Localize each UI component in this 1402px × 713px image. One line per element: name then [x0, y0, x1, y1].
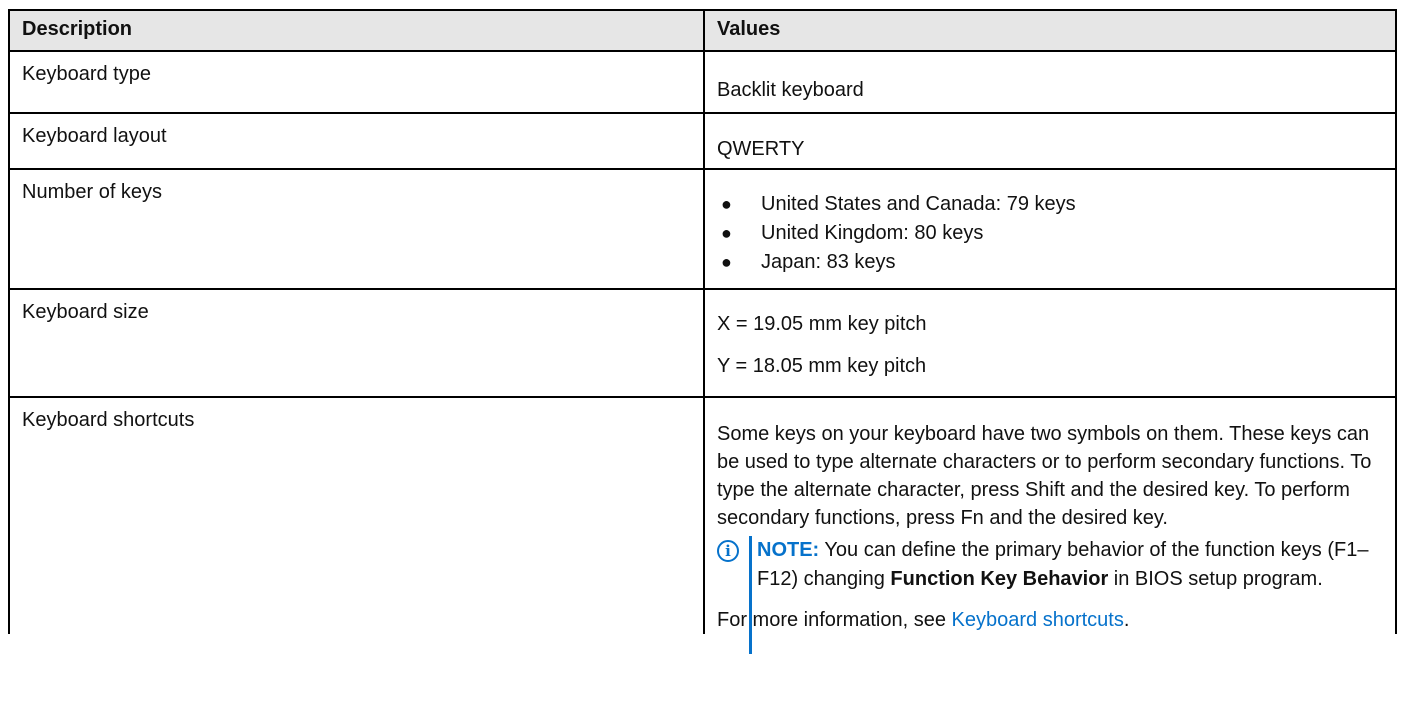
shortcuts-paragraph: Some keys on your keyboard have two symb…	[717, 423, 1372, 529]
list-item-text: Japan: 83 keys	[761, 251, 896, 273]
keys-list: ● United States and Canada: 79 keys ● Unit…	[717, 170, 1383, 277]
keyboard-shortcuts-link[interactable]: Keyboard shortcuts	[952, 609, 1124, 631]
table-row: Keyboard layout QWERTY	[8, 112, 1397, 170]
more-info-line: For more information, see Keyboard short…	[717, 594, 1383, 634]
key-pitch-y: Y = 18.05 mm key pitch	[717, 355, 927, 377]
keyboard-type-value: Backlit keyboard	[717, 79, 864, 101]
list-item: ● United States and Canada: 79 keys	[717, 190, 1383, 219]
row-value-keyboard-type: Backlit keyboard	[703, 50, 1397, 114]
key-pitch-x: X = 19.05 mm key pitch	[717, 313, 927, 335]
row-value-keyboard-size: X = 19.05 mm key pitch Y = 18.05 mm key …	[703, 288, 1397, 398]
note-block: i NOTE: You can define the primary behav…	[717, 536, 1383, 654]
row-value-number-of-keys: ● United States and Canada: 79 keys ● Unit…	[703, 168, 1397, 290]
row-value-keyboard-shortcuts: Some keys on your keyboard have two symb…	[703, 396, 1397, 654]
row-label-keyboard-type: Keyboard type	[8, 50, 705, 114]
bullet-icon: ●	[721, 194, 732, 214]
row-label-number-of-keys: Number of keys	[8, 168, 705, 290]
table-header-row: Description Values	[8, 9, 1397, 52]
bullet-icon: ●	[721, 223, 732, 243]
more-info-period: .	[1123, 609, 1130, 631]
keyboard-spec-table: Description Values Keyboard type Backlit…	[8, 9, 1397, 654]
row-label-keyboard-layout: Keyboard layout	[8, 112, 705, 170]
header-values: Values	[703, 9, 1397, 52]
note-bold-text: Function Key Behavior	[890, 568, 1109, 590]
list-item: ● United Kingdom: 80 keys	[717, 219, 1383, 248]
note-label: NOTE:	[757, 539, 820, 561]
table-row: Keyboard type Backlit keyboard	[8, 50, 1397, 114]
more-info-text: For more information, see	[717, 609, 952, 631]
table-row: Keyboard shortcuts Some keys on your key…	[8, 396, 1397, 654]
note-text-after: in BIOS setup program.	[1108, 568, 1323, 590]
info-icon: i	[717, 540, 739, 562]
row-label-keyboard-size: Keyboard size	[8, 288, 705, 398]
row-label-keyboard-shortcuts: Keyboard shortcuts	[8, 396, 705, 634]
header-description: Description	[8, 9, 705, 52]
keyboard-layout-value: QWERTY	[717, 138, 805, 160]
bullet-icon: ●	[721, 252, 732, 272]
note-divider	[749, 536, 752, 654]
list-item-text: United Kingdom: 80 keys	[761, 222, 984, 244]
table-row: Keyboard size X = 19.05 mm key pitch Y =…	[8, 288, 1397, 398]
list-item-text: United States and Canada: 79 keys	[761, 193, 1076, 215]
list-item: ● Japan: 83 keys	[717, 248, 1383, 277]
table-row: Number of keys ● United States and Canada…	[8, 168, 1397, 290]
row-value-keyboard-layout: QWERTY	[703, 112, 1397, 170]
